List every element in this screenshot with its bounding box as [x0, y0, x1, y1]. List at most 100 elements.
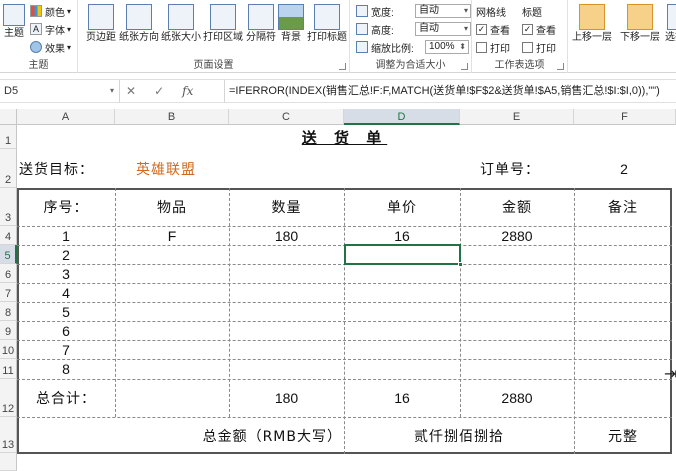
row-3-no[interactable]: 3 [17, 264, 115, 283]
ribbon: 主题 颜色 ▾ A 字体 ▾ 效果 ▾ 主题 页边距 纸张方向 纸张大小 打印区… [0, 0, 676, 73]
row-8-no[interactable]: 8 [17, 359, 115, 379]
send-backward-button[interactable]: 下移一层 [616, 2, 664, 56]
column-header-c[interactable]: C [229, 109, 344, 125]
chevron-down-icon: ▾ [463, 24, 468, 33]
row-6-no[interactable]: 6 [17, 321, 115, 340]
page-setup-launcher-icon[interactable] [339, 63, 346, 70]
page-size-icon [168, 4, 194, 30]
selected-cell-d5[interactable] [344, 244, 461, 265]
scale-launcher-icon[interactable] [461, 63, 468, 70]
column-header-b[interactable]: B [115, 109, 229, 125]
scale-input[interactable]: 100% ⬍ [425, 40, 469, 54]
row-7-no[interactable]: 7 [17, 340, 115, 359]
orientation-button[interactable]: 纸张方向 [118, 2, 160, 56]
row-header-1[interactable]: 1 [0, 125, 17, 149]
header-amount: 金额 [502, 200, 532, 216]
row-header-3[interactable]: 3 [0, 188, 17, 226]
row-1-price[interactable]: 16 [344, 226, 460, 245]
print-area-button[interactable]: 打印区域 [202, 2, 244, 56]
bring-forward-icon [579, 4, 605, 30]
row-1-no[interactable]: 1 [17, 226, 115, 245]
row-header-4[interactable]: 4 [0, 226, 17, 245]
total-qty[interactable]: 180 [229, 379, 344, 417]
order-number-value[interactable]: 2 [574, 149, 674, 188]
total-label: 总合计： [36, 391, 96, 407]
fonts-button[interactable]: A 字体 ▾ [30, 21, 71, 37]
rmb-suffix: 元整 [608, 428, 638, 445]
header-item: 物品 [157, 200, 187, 216]
row-2-no[interactable]: 2 [17, 245, 115, 264]
fill-handle[interactable] [458, 262, 463, 267]
header-note: 备注 [608, 200, 638, 216]
arrange-group: 上移一层 下移一层 选择窗 [568, 0, 676, 73]
row-header-13[interactable]: 13 [0, 417, 17, 453]
fonts-icon: A [30, 23, 42, 35]
rmb-value[interactable]: 贰仟捌佰捌拾 [344, 417, 574, 454]
row-header-next[interactable] [0, 453, 17, 471]
headings-print-checkbox[interactable]: 打印 [522, 39, 556, 55]
print-titles-button[interactable]: 打印标题 [306, 2, 348, 56]
header-no: 序号： [43, 200, 89, 216]
cancel-icon[interactable]: ✕ [126, 84, 136, 98]
height-select[interactable]: 自动 ▾ [415, 22, 471, 36]
row-4-no[interactable]: 4 [17, 283, 115, 302]
row-1-qty[interactable]: 180 [229, 226, 344, 245]
themes-icon [3, 4, 25, 26]
row-header-11[interactable]: 11 [0, 359, 17, 379]
gridlines-view-checkbox[interactable]: ✓ 查看 [476, 21, 510, 37]
margins-icon [88, 4, 114, 30]
header-qty: 数量 [271, 200, 302, 216]
height-icon [356, 23, 368, 35]
orientation-icon [126, 4, 152, 30]
checkmark-icon: ✓ [476, 23, 487, 35]
sheet-options-launcher-icon[interactable] [557, 63, 564, 70]
headings-view-checkbox[interactable]: ✓ 查看 [522, 21, 556, 37]
sheet-options-group-label: 工作表选项 [494, 60, 545, 71]
insert-function-icon[interactable]: fx [182, 84, 193, 98]
row-5-no[interactable]: 5 [17, 302, 115, 321]
row-header-6[interactable]: 6 [0, 264, 17, 283]
column-header-a[interactable]: A [17, 109, 115, 125]
margins-button[interactable]: 页边距 [80, 2, 122, 56]
selection-pane-button[interactable]: 选择窗 [660, 2, 676, 56]
column-header-f[interactable]: F [574, 109, 676, 125]
colors-icon [30, 5, 42, 17]
formula-input[interactable]: =IFERROR(INDEX(销售汇总!F:F,MATCH(送货单!$F$2&送… [224, 80, 676, 102]
row-header-2[interactable]: 2 [0, 149, 17, 188]
size-button[interactable]: 纸张大小 [160, 2, 202, 56]
row-1-item[interactable]: F [115, 226, 229, 245]
themes-button[interactable]: 主题 [0, 2, 28, 56]
selection-pane-icon [667, 4, 676, 30]
width-select[interactable]: 自动 ▾ [415, 4, 471, 18]
column-header-d[interactable]: D [344, 109, 460, 125]
scale-group: 宽度: 自动 ▾ 高度: 自动 ▾ 缩放比例: 100% ⬍ 调整为合适大小 [350, 0, 472, 73]
page-setup-group: 页边距 纸张方向 纸张大小 打印区域 分隔符 背景 打印标题 页面设置 [78, 0, 350, 73]
effects-icon [30, 41, 42, 53]
formula-bar: D5 ▾ ✕ ✓ fx =IFERROR(INDEX(销售汇总!F:F,MATC… [0, 79, 676, 103]
column-header-e[interactable]: E [460, 109, 574, 125]
enter-icon[interactable]: ✓ [154, 84, 164, 98]
total-price[interactable]: 16 [344, 379, 460, 417]
colors-button[interactable]: 颜色 ▾ [30, 3, 71, 19]
row-header-12[interactable]: 12 [0, 379, 17, 417]
send-backward-icon [627, 4, 653, 30]
total-amount[interactable]: 2880 [460, 379, 574, 417]
sheet-title: 送 货 单 [301, 128, 388, 147]
spinner-icon: ⬍ [459, 42, 466, 51]
select-all-button[interactable] [0, 109, 17, 125]
gridlines-print-checkbox[interactable]: 打印 [476, 39, 510, 55]
row-header-5[interactable]: 5 [0, 245, 17, 264]
scale-icon [356, 41, 368, 53]
row-header-8[interactable]: 8 [0, 302, 17, 321]
bring-forward-button[interactable]: 上移一层 [568, 2, 616, 56]
name-box[interactable]: D5 [0, 80, 120, 102]
chevron-down-icon[interactable]: ▾ [110, 86, 114, 95]
effects-button[interactable]: 效果 ▾ [30, 39, 71, 55]
destination-value: 英雄联盟 [136, 161, 196, 178]
rmb-label: 总金额（RMB大写） [202, 428, 342, 445]
row-header-9[interactable]: 9 [0, 321, 17, 340]
row-header-10[interactable]: 10 [0, 340, 17, 359]
row-header-7[interactable]: 7 [0, 283, 17, 302]
row-1-amount[interactable]: 2880 [460, 226, 574, 245]
resize-cursor-icon: ⇥ [664, 366, 676, 383]
